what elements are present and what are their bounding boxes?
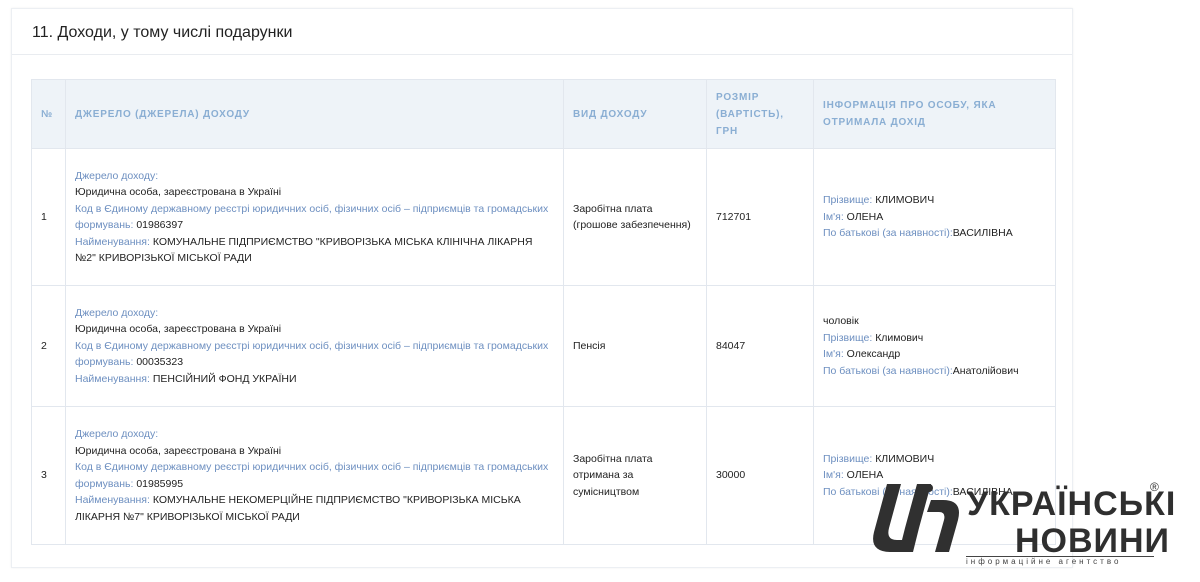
row-number: 1 [31, 148, 66, 286]
amount-cell: 30000 [706, 406, 814, 545]
first-name-label: Ім'я: [823, 210, 844, 223]
person-cell: чоловік Прізвище: Климович Ім'я: Олексан… [813, 285, 1056, 407]
table-row: 1 Джерело доходу: Юридична особа, зареєс… [31, 148, 1056, 286]
name-value: ПЕНСІЙНИЙ ФОНД УКРАЇНИ [152, 372, 297, 385]
income-type-cell: Заробітна плата (грошове забезпечення) [563, 148, 707, 286]
section-title: 11. Доходи, у тому числі подарунки [32, 24, 293, 41]
code-value: 01985995 [136, 477, 184, 490]
code-value: 01986397 [136, 219, 184, 231]
patronymic-label: По батькові (за наявності): [823, 227, 953, 240]
un-logo-icon [873, 484, 959, 552]
source-title-label: Джерело доходу: [75, 428, 159, 440]
income-source-cell: Джерело доходу: Юридична особа, зареєстр… [65, 406, 564, 545]
patronymic-value: Анатолійович [952, 364, 1019, 377]
surname-label: Прізвище: [823, 331, 873, 344]
header-source: ДЖЕРЕЛО (ДЖЕРЕЛА) ДОХОДУ [65, 79, 564, 149]
income-source-cell: Джерело доходу: Юридична особа, зареєстр… [65, 285, 564, 407]
header-income-type: ВИД ДОХОДУ [563, 79, 707, 149]
header-amount: РОЗМІР (ВАРТІСТЬ), ГРН [706, 79, 814, 149]
entity-type: Юридична особа, зареєстрована в Україні [75, 323, 282, 336]
entity-type: Юридична особа, зареєстрована в Україні [75, 444, 282, 457]
first-name-label: Ім'я: [823, 469, 844, 482]
person-cell: Прізвище: КЛИМОВИЧ Ім'я: ОЛЕНА По батько… [813, 148, 1056, 286]
table-header-row: № ДЖЕРЕЛО (ДЖЕРЕЛА) ДОХОДУ ВИД ДОХОДУ РО… [31, 79, 1056, 149]
name-label: Найменування: [75, 372, 150, 385]
ukrainski-novyny-watermark: УКРАЇНСЬКІ НОВИНИ інформаційне агентство… [865, 480, 1175, 576]
header-person: ІНФОРМАЦІЯ ПРО ОСОБУ, ЯКА ОТРИМАЛА ДОХІД [813, 79, 1056, 149]
income-type-cell: Пенсія [563, 285, 707, 407]
surname-value: КЛИМОВИЧ [875, 452, 935, 465]
surname-value: КЛИМОВИЧ [875, 194, 935, 207]
name-label: Найменування: [75, 235, 150, 248]
first-name-value: ОЛЕНА [846, 210, 884, 223]
watermark-line1: УКРАЇНСЬКІ [967, 485, 1177, 523]
watermark-tagline: інформаційне агентство [966, 557, 1122, 566]
row-number: 2 [31, 285, 66, 407]
source-title-label: Джерело доходу: [75, 306, 159, 319]
amount-cell: 712701 [706, 148, 814, 286]
income-table: № ДЖЕРЕЛО (ДЖЕРЕЛА) ДОХОДУ ВИД ДОХОДУ РО… [31, 79, 1056, 545]
registered-mark: ® [1150, 480, 1159, 494]
code-value: 00035323 [136, 356, 184, 369]
surname-label: Прізвище: [823, 452, 873, 465]
patronymic-label: По батькові (за наявності): [823, 364, 953, 377]
surname-value: Климович [875, 331, 924, 344]
income-type-cell: Заробітна плата отримана за сумісництвом [563, 406, 707, 545]
header-num: № [31, 79, 66, 149]
table-row: 2 Джерело доходу: Юридична особа, зареєс… [31, 285, 1056, 407]
entity-type: Юридична особа, зареєстрована в Україні [75, 186, 282, 198]
source-title-label: Джерело доходу: [75, 169, 159, 182]
title-divider [12, 54, 1072, 55]
patronymic-value: ВАСИЛІВНА [952, 227, 1013, 240]
first-name-value: Олександр [846, 348, 901, 360]
relation-value: чоловік [823, 315, 859, 327]
income-source-cell: Джерело доходу: Юридична особа, зареєстр… [65, 148, 564, 286]
amount-cell: 84047 [706, 285, 814, 407]
surname-label: Прізвище: [823, 194, 873, 207]
row-number: 3 [31, 406, 66, 545]
name-label: Найменування: [75, 494, 150, 506]
first-name-label: Ім'я: [823, 348, 844, 360]
